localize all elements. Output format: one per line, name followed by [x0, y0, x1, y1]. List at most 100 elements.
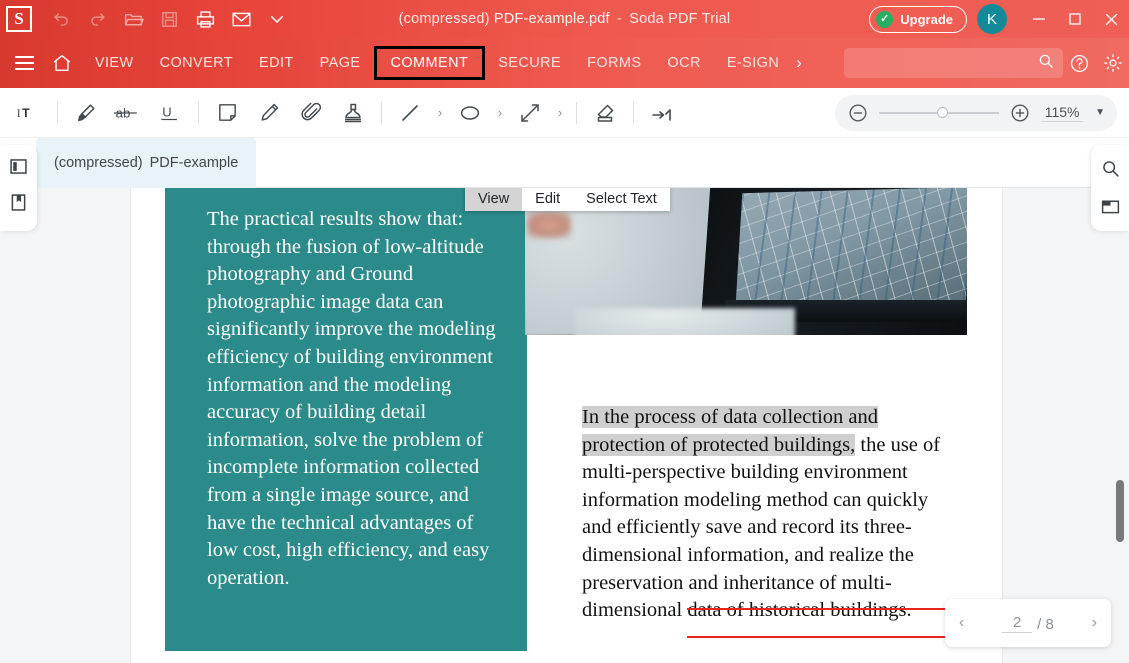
pencil-tool[interactable]	[248, 92, 290, 134]
page-panel-icon[interactable]	[6, 153, 32, 179]
title-filename: PDF-example.pdf	[493, 11, 610, 27]
gear-icon[interactable]	[1096, 38, 1129, 88]
hamburger-menu-icon[interactable]	[6, 56, 42, 70]
popup-item-select-text[interactable]: Select Text	[573, 188, 670, 211]
email-icon[interactable]	[224, 4, 258, 34]
next-page-button[interactable]: ›	[1092, 614, 1097, 632]
app-logo: S	[6, 6, 32, 32]
home-icon[interactable]	[42, 52, 82, 74]
teal-callout-block: The practical results show that: through…	[165, 188, 527, 651]
current-page-input[interactable]: 2	[1002, 614, 1033, 633]
titlebar-right-group: ✓ Upgrade K	[869, 0, 1129, 38]
minimize-button[interactable]	[1021, 0, 1057, 38]
toolbar-divider	[57, 101, 58, 124]
toolbar-divider	[381, 101, 382, 124]
zoom-level-value[interactable]: 115%	[1041, 104, 1084, 122]
line-tool[interactable]	[389, 92, 431, 134]
highlighted-text: In the process of data collection and pr…	[582, 406, 878, 456]
highlight-tool[interactable]	[65, 92, 107, 134]
menu-overflow-chevron-icon[interactable]: ›	[792, 53, 812, 73]
document-workspace[interactable]: The practical results show that: through…	[0, 188, 1129, 663]
page-navigation: ‹ 2 / 8 ›	[945, 599, 1111, 647]
menu-item-page[interactable]: PAGE	[307, 51, 374, 75]
eraser-tool[interactable]	[584, 92, 626, 134]
menu-item-view[interactable]: VIEW	[82, 51, 147, 75]
attachment-tool[interactable]	[290, 92, 332, 134]
title-bar: S (compressed) PDF-example.pdf - Soda PD…	[0, 0, 1129, 38]
zoom-slider[interactable]	[879, 106, 1000, 120]
ellipse-tool[interactable]	[449, 92, 491, 134]
chevron-down-icon[interactable]	[260, 4, 294, 34]
menu-item-esign[interactable]: E-SIGN	[714, 51, 792, 75]
search-icon[interactable]	[1037, 52, 1055, 75]
svg-text:T: T	[22, 105, 30, 119]
title-app-name: Soda PDF Trial	[629, 11, 731, 27]
toolbar-divider	[576, 101, 577, 124]
menu-item-comment[interactable]: COMMENT	[373, 46, 486, 80]
page-indicator: 2 / 8	[1002, 614, 1054, 633]
document-tab-prefix: (compressed)	[54, 155, 143, 171]
collapse-tool[interactable]	[641, 92, 683, 134]
ellipse-tool-chevron-icon[interactable]: ›	[491, 105, 509, 120]
open-folder-icon[interactable]	[116, 4, 150, 34]
menu-item-secure[interactable]: SECURE	[485, 51, 574, 75]
menu-item-convert[interactable]: CONVERT	[147, 51, 246, 75]
sticky-note-tool[interactable]	[206, 92, 248, 134]
popup-item-view[interactable]: View	[465, 188, 523, 211]
previous-page-button[interactable]: ‹	[959, 614, 964, 632]
right-side-panel	[1091, 145, 1129, 231]
print-icon[interactable]	[188, 4, 222, 34]
title-doc-prefix: (compressed)	[398, 11, 490, 27]
help-icon[interactable]	[1063, 38, 1096, 88]
menu-item-ocr[interactable]: OCR	[654, 51, 713, 75]
redo-icon[interactable]	[80, 4, 114, 34]
zoom-control: 115% ▼	[835, 94, 1117, 131]
zoom-dropdown-chevron-icon[interactable]: ▼	[1091, 107, 1111, 118]
body-text-part-2: data of historical buildings.	[682, 599, 912, 622]
document-tab-name: PDF-example	[149, 155, 239, 171]
quick-access-toolbar	[44, 4, 294, 34]
vertical-scrollbar-thumb[interactable]	[1116, 480, 1124, 542]
document-body-text: In the process of data collection and pr…	[582, 404, 1047, 638]
strikethrough-tool[interactable]: ab	[107, 92, 149, 134]
text-select-tool[interactable]: IT	[8, 92, 50, 134]
svg-text:I: I	[17, 107, 21, 119]
zoom-slider-handle[interactable]	[936, 107, 948, 118]
measure-tool-chevron-icon[interactable]: ›	[551, 105, 569, 120]
avatar[interactable]: K	[977, 4, 1007, 34]
menu-item-edit[interactable]: EDIT	[246, 51, 307, 75]
toolbar-divider	[633, 101, 634, 124]
bookmark-icon[interactable]	[6, 189, 32, 215]
svg-text:U: U	[162, 104, 171, 119]
stamp-tool[interactable]	[332, 92, 374, 134]
view-mode-popup: View Edit Select Text	[465, 188, 670, 211]
search-box[interactable]	[843, 48, 1064, 78]
popup-item-edit[interactable]: Edit	[522, 188, 573, 211]
upgrade-button[interactable]: ✓ Upgrade	[869, 5, 967, 33]
document-tab-strip: (compressed) PDF-example	[0, 138, 1129, 188]
menu-item-forms[interactable]: FORMS	[574, 51, 654, 75]
pdf-page[interactable]: The practical results show that: through…	[131, 188, 1047, 663]
close-button[interactable]	[1093, 0, 1129, 38]
upgrade-label: Upgrade	[900, 11, 953, 27]
title-separator: -	[616, 11, 622, 27]
maximize-button[interactable]	[1057, 0, 1093, 38]
menu-bar: VIEW CONVERT EDIT PAGE COMMENT SECURE FO…	[0, 38, 1129, 88]
total-pages-label: / 8	[1037, 615, 1054, 633]
left-side-panel	[0, 145, 37, 231]
underline-tool[interactable]: U	[149, 92, 191, 134]
panel-icon[interactable]	[1097, 193, 1123, 219]
search-icon[interactable]	[1097, 155, 1123, 181]
save-icon[interactable]	[152, 4, 186, 34]
check-icon: ✓	[876, 10, 894, 28]
search-input[interactable]	[851, 55, 1038, 71]
toolbar-divider	[198, 101, 199, 124]
comment-toolbar: IT ab U › › › 115% ▼	[0, 88, 1129, 138]
soda-pdf-window: S (compressed) PDF-example.pdf - Soda PD…	[0, 0, 1129, 663]
zoom-in-button[interactable]	[1007, 100, 1033, 126]
document-tab[interactable]: (compressed) PDF-example	[36, 138, 257, 188]
measure-tool[interactable]	[509, 92, 551, 134]
zoom-out-button[interactable]	[845, 100, 871, 126]
line-tool-chevron-icon[interactable]: ›	[431, 105, 449, 120]
undo-icon[interactable]	[44, 4, 78, 34]
